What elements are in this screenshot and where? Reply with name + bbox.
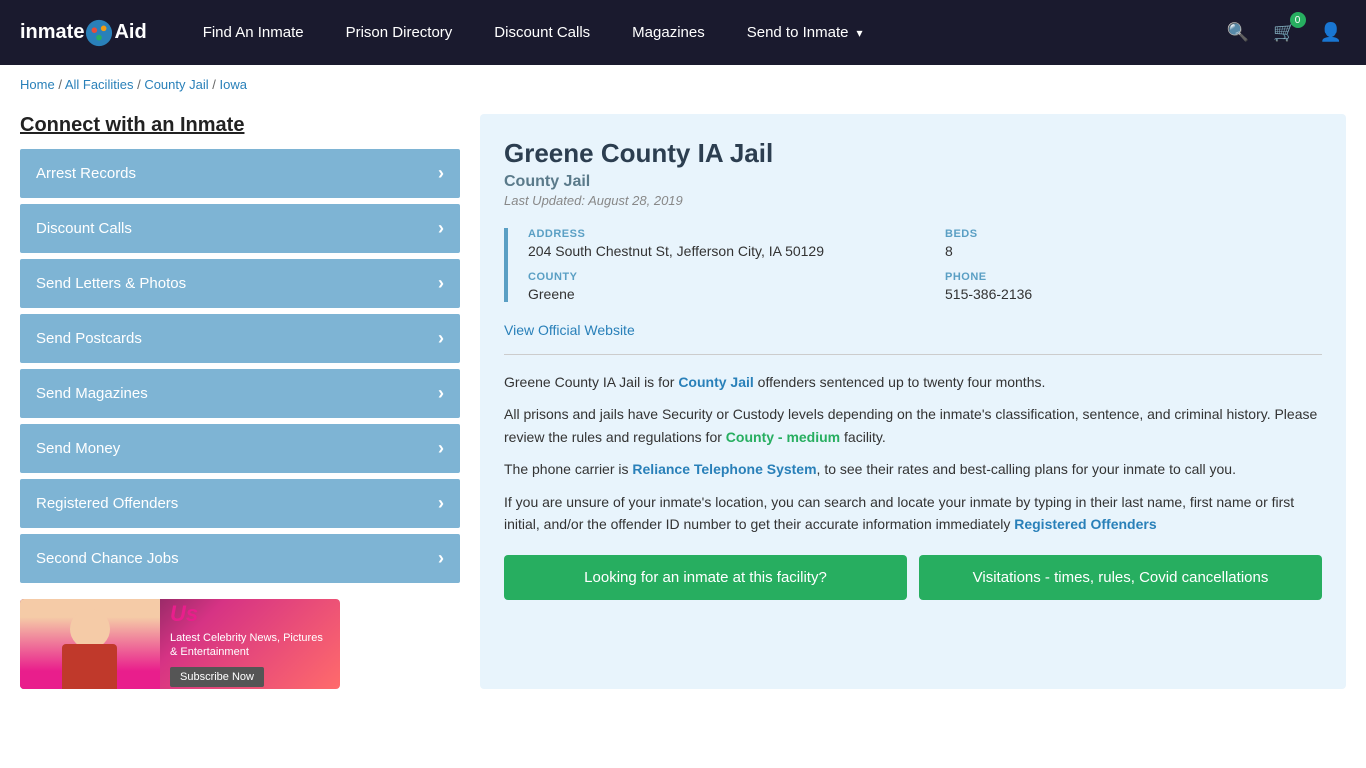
sidebar-item-discount-calls[interactable]: Discount Calls › bbox=[20, 204, 460, 253]
sidebar-item-registered-offenders[interactable]: Registered Offenders › bbox=[20, 479, 460, 528]
reliance-telephone-link[interactable]: Reliance Telephone System bbox=[632, 461, 816, 477]
sidebar-item-label: Registered Offenders bbox=[36, 495, 178, 512]
nav-links: Find An Inmate Prison Directory Discount… bbox=[187, 16, 1223, 49]
main-container: Connect with an Inmate Arrest Records › … bbox=[0, 104, 1366, 699]
nav-prison-directory[interactable]: Prison Directory bbox=[330, 16, 469, 49]
content-area: Greene County IA Jail County Jail Last U… bbox=[480, 114, 1346, 689]
sidebar-menu: Arrest Records › Discount Calls › Send L… bbox=[20, 149, 460, 583]
cart-button[interactable]: 🛒 0 bbox=[1269, 18, 1299, 47]
sidebar-item-label: Arrest Records bbox=[36, 165, 136, 182]
nav-find-inmate[interactable]: Find An Inmate bbox=[187, 16, 320, 49]
phone-label: PHONE bbox=[945, 271, 1322, 283]
search-icon: 🔍 bbox=[1227, 22, 1249, 42]
arrow-icon: › bbox=[438, 493, 444, 514]
user-icon: 👤 bbox=[1320, 22, 1342, 42]
ad-banner: Us Latest Celebrity News, Pictures & Ent… bbox=[20, 599, 340, 689]
sidebar-item-label: Send Money bbox=[36, 440, 120, 457]
arrow-icon: › bbox=[438, 218, 444, 239]
facility-title: Greene County IA Jail bbox=[504, 138, 1322, 169]
arrow-icon: › bbox=[438, 328, 444, 349]
ad-subscribe-button[interactable]: Subscribe Now bbox=[170, 667, 264, 687]
find-inmate-button[interactable]: Looking for an inmate at this facility? bbox=[504, 555, 907, 600]
nav-discount-calls[interactable]: Discount Calls bbox=[478, 16, 606, 49]
nav-send-to-inmate[interactable]: Send to Inmate ▾ bbox=[731, 16, 879, 49]
desc-paragraph-1: Greene County IA Jail is for County Jail… bbox=[504, 371, 1322, 393]
arrow-icon: › bbox=[438, 548, 444, 569]
dropdown-arrow-icon: ▾ bbox=[856, 26, 862, 40]
beds-label: BEDS bbox=[945, 228, 1322, 240]
address-value: 204 South Chestnut St, Jefferson City, I… bbox=[528, 243, 905, 259]
arrow-icon: › bbox=[438, 163, 444, 184]
facility-updated: Last Updated: August 28, 2019 bbox=[504, 193, 1322, 208]
description-block: Greene County IA Jail is for County Jail… bbox=[504, 371, 1322, 535]
desc-paragraph-4: If you are unsure of your inmate's locat… bbox=[504, 491, 1322, 536]
user-button[interactable]: 👤 bbox=[1316, 18, 1346, 47]
action-buttons: Looking for an inmate at this facility? … bbox=[504, 555, 1322, 600]
sidebar-item-label: Send Letters & Photos bbox=[36, 275, 186, 292]
logo-text: inmate bbox=[20, 21, 84, 44]
beds-block: BEDS 8 bbox=[945, 228, 1322, 259]
county-value: Greene bbox=[528, 286, 905, 302]
info-grid: ADDRESS 204 South Chestnut St, Jefferson… bbox=[504, 228, 1322, 302]
beds-value: 8 bbox=[945, 243, 1322, 259]
sidebar-item-arrest-records[interactable]: Arrest Records › bbox=[20, 149, 460, 198]
breadcrumb: Home / All Facilities / County Jail / Io… bbox=[0, 65, 1366, 104]
address-block: ADDRESS 204 South Chestnut St, Jefferson… bbox=[528, 228, 905, 259]
breadcrumb-iowa[interactable]: Iowa bbox=[219, 77, 246, 92]
breadcrumb-home[interactable]: Home bbox=[20, 77, 55, 92]
sidebar-item-send-postcards[interactable]: Send Postcards › bbox=[20, 314, 460, 363]
ad-logo: Us bbox=[170, 601, 330, 627]
ad-tagline: Latest Celebrity News, Pictures & Entert… bbox=[170, 631, 330, 660]
navbar: inmate Aid Find An Inmate Prison Directo… bbox=[0, 0, 1366, 65]
logo-icon bbox=[85, 19, 113, 47]
arrow-icon: › bbox=[438, 273, 444, 294]
desc-paragraph-3: The phone carrier is Reliance Telephone … bbox=[504, 458, 1322, 480]
sidebar-item-send-money[interactable]: Send Money › bbox=[20, 424, 460, 473]
sidebar-item-send-magazines[interactable]: Send Magazines › bbox=[20, 369, 460, 418]
county-jail-link-1[interactable]: County Jail bbox=[678, 374, 753, 390]
nav-icon-group: 🔍 🛒 0 👤 bbox=[1223, 18, 1346, 47]
search-button[interactable]: 🔍 bbox=[1223, 18, 1253, 47]
sidebar: Connect with an Inmate Arrest Records › … bbox=[20, 114, 460, 689]
breadcrumb-county-jail[interactable]: County Jail bbox=[144, 77, 208, 92]
county-label: COUNTY bbox=[528, 271, 905, 283]
phone-value: 515-386-2136 bbox=[945, 286, 1322, 302]
registered-offenders-link[interactable]: Registered Offenders bbox=[1014, 516, 1156, 532]
arrow-icon: › bbox=[438, 383, 444, 404]
desc-paragraph-2: All prisons and jails have Security or C… bbox=[504, 403, 1322, 448]
phone-block: PHONE 515-386-2136 bbox=[945, 271, 1322, 302]
sidebar-item-label: Second Chance Jobs bbox=[36, 550, 179, 567]
address-label: ADDRESS bbox=[528, 228, 905, 240]
ad-text: Us Latest Celebrity News, Pictures & Ent… bbox=[160, 599, 340, 689]
facility-type: County Jail bbox=[504, 173, 1322, 191]
arrow-icon: › bbox=[438, 438, 444, 459]
breadcrumb-all-facilities[interactable]: All Facilities bbox=[65, 77, 134, 92]
logo-all-text: Aid bbox=[114, 21, 146, 44]
sidebar-item-send-letters[interactable]: Send Letters & Photos › bbox=[20, 259, 460, 308]
county-medium-link[interactable]: County - medium bbox=[726, 429, 840, 445]
visitations-button[interactable]: Visitations - times, rules, Covid cancel… bbox=[919, 555, 1322, 600]
sidebar-item-label: Discount Calls bbox=[36, 220, 132, 237]
nav-magazines[interactable]: Magazines bbox=[616, 16, 721, 49]
sidebar-item-second-chance-jobs[interactable]: Second Chance Jobs › bbox=[20, 534, 460, 583]
ad-image bbox=[20, 599, 160, 689]
divider bbox=[504, 354, 1322, 355]
sidebar-title: Connect with an Inmate bbox=[20, 114, 460, 137]
cart-badge: 0 bbox=[1290, 12, 1306, 28]
sidebar-item-label: Send Magazines bbox=[36, 385, 148, 402]
official-website-link[interactable]: View Official Website bbox=[504, 322, 635, 338]
county-block: COUNTY Greene bbox=[528, 271, 905, 302]
sidebar-item-label: Send Postcards bbox=[36, 330, 142, 347]
site-logo[interactable]: inmate Aid bbox=[20, 19, 147, 47]
